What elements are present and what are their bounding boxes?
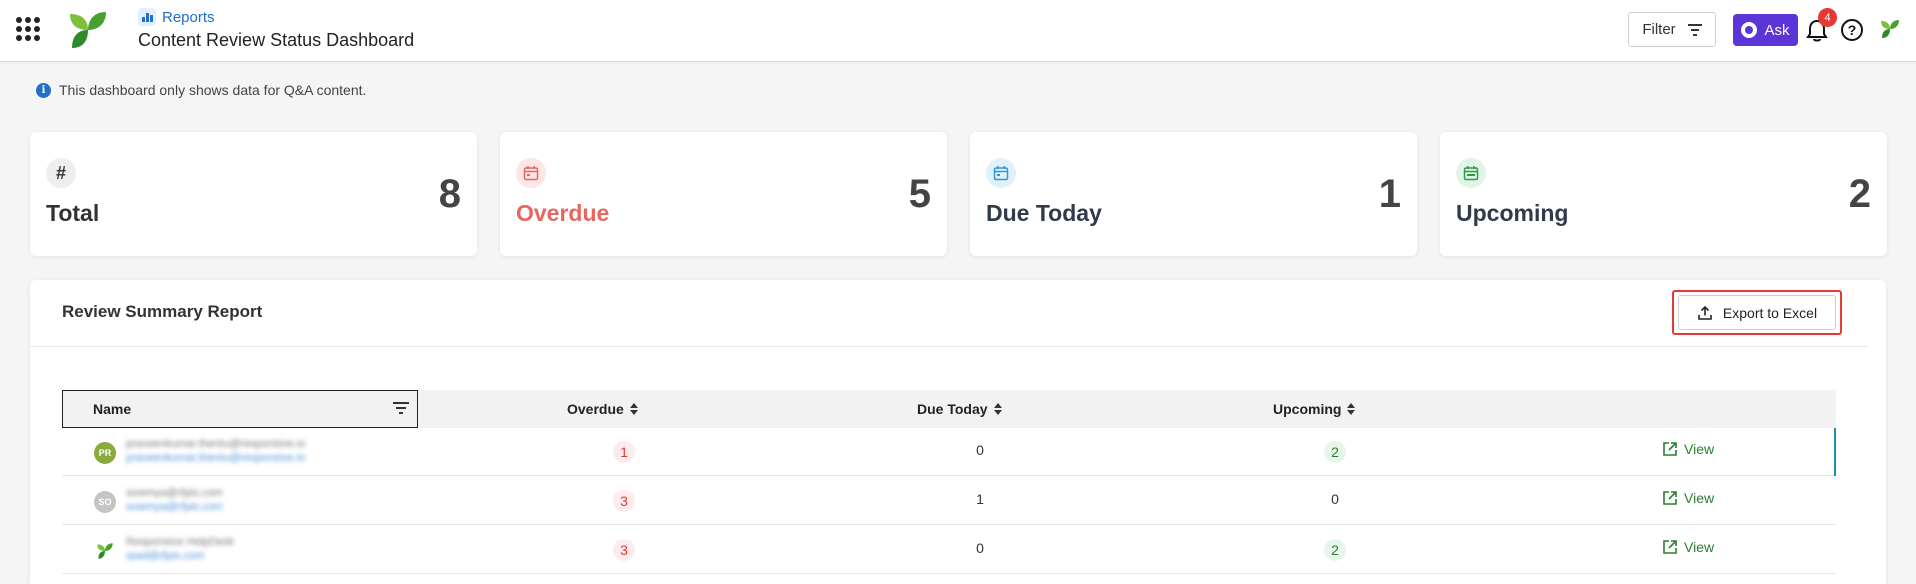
avatar: SO [94, 491, 116, 513]
info-text: This dashboard only shows data for Q&A c… [59, 82, 367, 98]
column-header-overdue[interactable]: Overdue [567, 390, 638, 428]
app-launcher-icon[interactable] [16, 17, 40, 41]
due-today-count: 0 [976, 442, 984, 458]
user-email: praveenkumar.thentu@responsive.io [126, 452, 306, 464]
app-header: Reports Content Review Status Dashboard … [0, 0, 1916, 62]
column-header-due-today[interactable]: Due Today [917, 390, 1002, 428]
user-name: sowmya@rfpio.com [126, 487, 223, 499]
view-link-label: View [1684, 539, 1715, 555]
external-link-icon [1663, 442, 1677, 456]
stat-label: Due Today [986, 200, 1102, 226]
due-today-count: 1 [976, 491, 984, 507]
user-email: rpad@rfpio.com [126, 550, 205, 562]
row-active-indicator [1834, 428, 1836, 476]
stat-card-upcoming[interactable]: Upcoming 2 [1440, 132, 1887, 256]
filter-button-label: Filter [1642, 21, 1676, 38]
stat-label: Overdue [516, 200, 610, 226]
stat-card-total[interactable]: # Total 8 [30, 132, 477, 256]
export-button-label: Export to Excel [1722, 304, 1818, 321]
help-icon[interactable]: ? [1841, 19, 1863, 41]
user-profile-logo-icon[interactable] [1880, 19, 1900, 39]
overdue-count[interactable]: 3 [613, 539, 635, 561]
panel-divider [30, 346, 1868, 347]
breadcrumb[interactable]: Reports [138, 8, 215, 26]
stat-value: 2 [1848, 172, 1871, 216]
panel-title: Review Summary Report [62, 302, 263, 321]
column-header-name[interactable]: Name [62, 390, 418, 428]
due-today-count: 0 [976, 540, 984, 556]
stat-card-overdue[interactable]: Overdue 5 [500, 132, 947, 256]
user-email: sowmya@rfpio.com [126, 501, 223, 513]
avatar [94, 540, 116, 562]
ask-sparkle-icon [1741, 22, 1758, 38]
table-row: SO sowmya@rfpio.com sowmya@rfpio.com 3 1… [62, 477, 1836, 525]
stat-value: 8 [438, 172, 461, 216]
filter-button[interactable]: Filter [1628, 12, 1716, 47]
user-name: praveenkumar.thentu@responsive.io [126, 438, 306, 450]
hash-icon: # [46, 158, 76, 188]
view-link[interactable]: View [1662, 441, 1714, 457]
info-notice: i This dashboard only shows data for Q&A… [36, 82, 366, 98]
filter-icon [1687, 23, 1702, 36]
external-link-icon [1663, 491, 1677, 505]
column-header-upcoming-label: Upcoming [1273, 401, 1342, 417]
table-row: Responsive HelpDesk rpad@rfpio.com 3 0 2… [62, 526, 1836, 574]
column-filter-icon[interactable] [393, 402, 409, 416]
upcoming-count[interactable]: 2 [1324, 539, 1346, 561]
column-header-upcoming[interactable]: Upcoming [1273, 390, 1356, 428]
column-header-overdue-label: Overdue [567, 401, 624, 417]
external-link-icon [1663, 540, 1677, 554]
upcoming-count[interactable]: 2 [1324, 441, 1346, 463]
export-to-excel-button[interactable]: Export to Excel [1678, 295, 1836, 330]
calendar-icon [1456, 158, 1486, 188]
avatar: PR [94, 442, 116, 464]
page-title: Content Review Status Dashboard [138, 30, 415, 50]
upload-icon [1698, 305, 1712, 320]
calendar-icon [516, 158, 546, 188]
sort-icon[interactable] [629, 403, 638, 415]
sort-icon[interactable] [993, 403, 1002, 415]
view-link-label: View [1684, 441, 1715, 457]
ask-button[interactable]: Ask [1733, 14, 1798, 46]
view-link[interactable]: View [1662, 490, 1714, 506]
table-header: Name Overdue Due Today Upcoming [62, 390, 1836, 428]
review-summary-panel: Review Summary Report Export to Excel Na… [30, 280, 1886, 584]
column-header-name-label: Name [93, 401, 132, 417]
info-icon: i [36, 82, 51, 98]
overdue-count[interactable]: 3 [613, 490, 635, 512]
column-header-due-today-label: Due Today [917, 401, 988, 417]
stat-label: Upcoming [1456, 200, 1569, 226]
bar-chart-icon [138, 8, 156, 26]
stat-value: 5 [908, 172, 931, 216]
stat-card-due-today[interactable]: Due Today 1 [970, 132, 1417, 256]
user-name: Responsive HelpDesk [126, 536, 235, 548]
view-link[interactable]: View [1662, 539, 1714, 555]
breadcrumb-reports-link[interactable]: Reports [162, 9, 215, 26]
stat-value: 1 [1378, 172, 1401, 216]
overdue-count[interactable]: 1 [613, 441, 635, 463]
sort-icon[interactable] [1347, 403, 1356, 415]
table-row: PR praveenkumar.thentu@responsive.io pra… [62, 428, 1836, 476]
stat-label: Total [46, 200, 100, 226]
upcoming-count: 0 [1331, 491, 1339, 507]
notification-count-badge: 4 [1818, 8, 1837, 27]
company-logo[interactable] [68, 10, 108, 50]
ask-button-label: Ask [1764, 21, 1790, 39]
view-link-label: View [1684, 490, 1715, 506]
calendar-icon [986, 158, 1016, 188]
